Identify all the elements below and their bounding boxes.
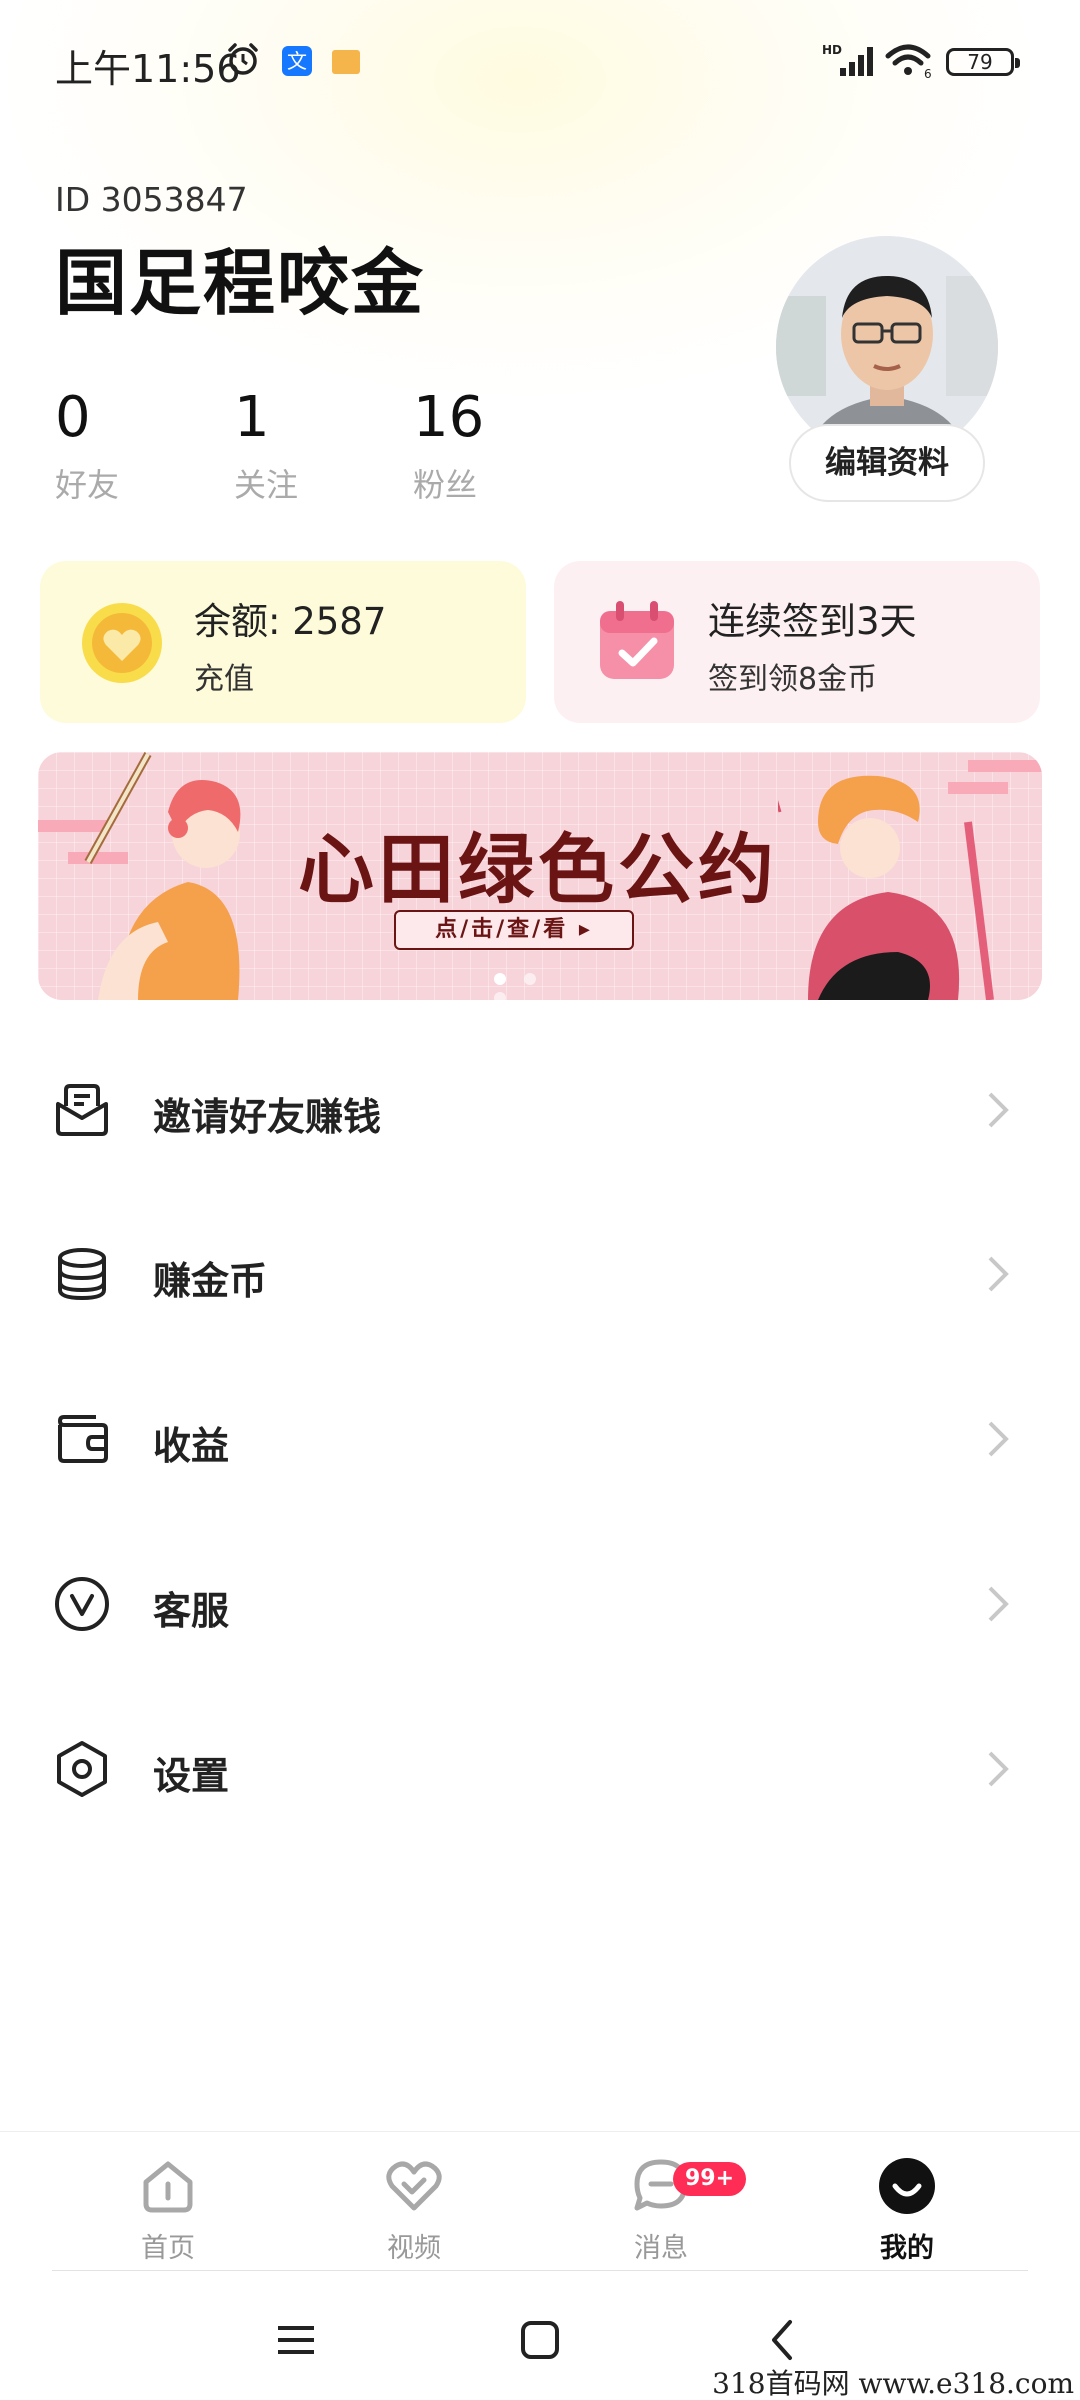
banner-view-button[interactable]: 点/击/查/看 ▸ bbox=[394, 910, 634, 950]
banner-dot-active bbox=[494, 973, 506, 985]
tab-label: 消息 bbox=[634, 2233, 688, 2264]
menu-item-earnings[interactable]: 收益 bbox=[0, 1375, 1080, 1505]
balance-card[interactable]: 余额: 2587 充值 bbox=[40, 561, 526, 723]
banner-title: 心田绿色公约 bbox=[298, 825, 778, 914]
status-bar: 上午11:56 文 HD 6 79 bbox=[0, 0, 1080, 120]
calendar-check-icon bbox=[600, 601, 674, 679]
translate-app-icon: 文 bbox=[282, 46, 312, 76]
tab-me[interactable]: 我的 bbox=[827, 2156, 987, 2265]
stat-followers[interactable]: 16 粉丝 bbox=[413, 386, 573, 506]
tab-label: 首页 bbox=[141, 2233, 195, 2264]
service-icon bbox=[55, 1577, 109, 1631]
recharge-link[interactable]: 充值 bbox=[194, 654, 254, 698]
settings-icon bbox=[57, 1741, 107, 1797]
status-time: 上午11:56 bbox=[55, 47, 241, 91]
svg-text:6: 6 bbox=[924, 67, 932, 80]
menu-label: 设置 bbox=[153, 1754, 230, 1798]
heart-video-icon bbox=[386, 2161, 442, 2211]
menu-label: 赚金币 bbox=[153, 1259, 268, 1303]
notification-app-icon bbox=[332, 50, 360, 74]
watermark: 318首码网 www.e318.com bbox=[712, 2367, 1074, 2400]
stat-label: 好友 bbox=[55, 466, 120, 504]
banner-pagination bbox=[494, 970, 574, 1000]
svg-text:HD: HD bbox=[822, 43, 842, 57]
stat-value: 16 bbox=[413, 385, 485, 450]
stat-label: 关注 bbox=[234, 466, 299, 504]
chevron-right-icon bbox=[988, 1092, 1009, 1128]
chevron-right-icon bbox=[988, 1751, 1009, 1787]
tab-home[interactable]: 首页 bbox=[88, 2156, 248, 2265]
checkin-card[interactable]: 连续签到3天 签到领8金币 bbox=[554, 561, 1040, 723]
signal-icon: HD bbox=[822, 43, 873, 76]
chevron-right-icon bbox=[988, 1421, 1009, 1457]
edit-profile-button[interactable]: 编辑资料 bbox=[789, 424, 985, 502]
divider bbox=[52, 2270, 1028, 2271]
battery-indicator: 79 bbox=[946, 48, 1020, 76]
user-name: 国足程咬金 bbox=[55, 241, 426, 325]
tab-video[interactable]: 视频 bbox=[334, 2156, 494, 2265]
menu-icon[interactable] bbox=[266, 2310, 326, 2370]
wallet-icon bbox=[57, 1415, 108, 1463]
chevron-right-icon bbox=[988, 1586, 1009, 1622]
menu-item-invite[interactable]: 邀请好友赚钱 bbox=[0, 1046, 1080, 1176]
home-icon bbox=[143, 2161, 193, 2213]
tab-messages[interactable]: 消息 99+ bbox=[581, 2156, 747, 2265]
tab-label: 我的 bbox=[880, 2233, 934, 2264]
wifi-icon: 6 bbox=[885, 44, 932, 80]
stat-friends[interactable]: 0 好友 bbox=[55, 386, 215, 506]
menu-label: 客服 bbox=[153, 1589, 230, 1633]
me-icon bbox=[879, 2158, 935, 2214]
promo-banner[interactable]: 心田绿色公约 点/击/查/看 ▸ bbox=[38, 752, 1042, 1000]
menu-item-settings[interactable]: 设置 bbox=[0, 1705, 1080, 1835]
checkin-reward: 签到领8金币 bbox=[708, 662, 878, 697]
menu-label: 邀请好友赚钱 bbox=[153, 1095, 382, 1139]
tab-label: 视频 bbox=[387, 2233, 441, 2264]
invite-icon bbox=[56, 1084, 108, 1136]
banner-dot bbox=[494, 992, 506, 1000]
coin-heart-icon bbox=[82, 603, 162, 683]
home-button-icon[interactable] bbox=[510, 2310, 570, 2370]
stat-label: 粉丝 bbox=[413, 466, 478, 504]
coins-icon bbox=[58, 1248, 106, 1301]
menu-item-earn-coins[interactable]: 赚金币 bbox=[0, 1210, 1080, 1340]
unread-badge: 99+ bbox=[673, 2162, 747, 2196]
stat-value: 1 bbox=[234, 385, 270, 450]
alarm-icon bbox=[228, 43, 258, 75]
user-id: ID 3053847 bbox=[55, 180, 248, 219]
stat-following[interactable]: 1 关注 bbox=[234, 386, 394, 506]
menu-label: 收益 bbox=[153, 1424, 230, 1468]
checkin-streak: 连续签到3天 bbox=[708, 600, 917, 643]
balance-amount: 余额: 2587 bbox=[194, 600, 387, 643]
menu-item-service[interactable]: 客服 bbox=[0, 1540, 1080, 1670]
back-icon[interactable] bbox=[754, 2310, 814, 2370]
banner-illustration-left bbox=[38, 752, 241, 1000]
banner-dot bbox=[524, 973, 536, 985]
chevron-right-icon bbox=[988, 1256, 1009, 1292]
stat-value: 0 bbox=[55, 385, 91, 450]
bottom-tab-bar: 首页 视频 消息 99+ 我的 bbox=[0, 2131, 1080, 2271]
banner-illustration-right bbox=[778, 760, 1042, 1000]
